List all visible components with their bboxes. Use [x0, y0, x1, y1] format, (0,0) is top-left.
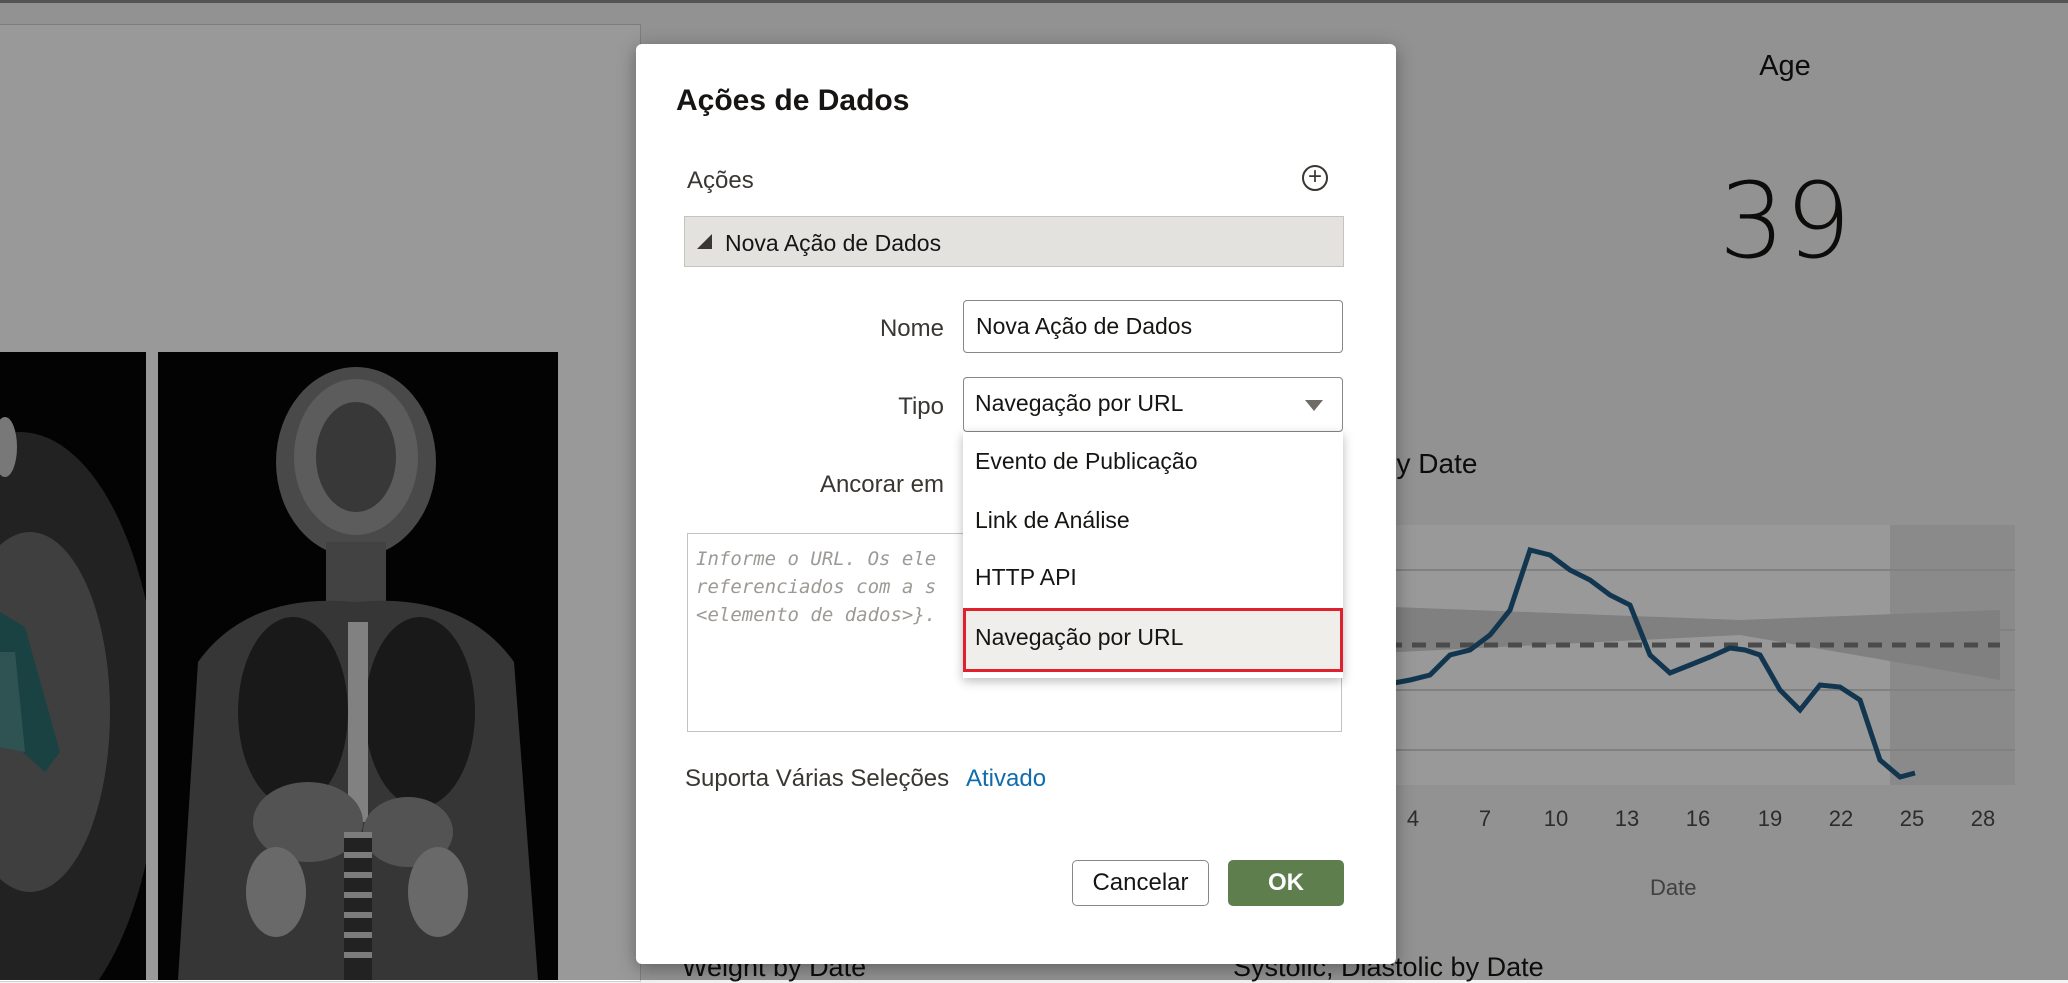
action-header-label[interactable]: Nova Ação de Dados: [725, 230, 941, 257]
type-label: Tipo: [898, 393, 944, 420]
multi-select-toggle[interactable]: Ativado: [966, 765, 1046, 793]
actions-label: Ações: [687, 167, 754, 194]
chevron-down-icon[interactable]: [1305, 400, 1323, 411]
ok-button[interactable]: OK: [1228, 860, 1344, 906]
plus-circle-icon[interactable]: +: [1302, 165, 1328, 191]
name-input[interactable]: Nova Ação de Dados: [963, 300, 1343, 353]
url-placeholder: Informe o URL. Os ele referenciados com …: [696, 548, 937, 626]
dropdown-option[interactable]: Evento de Publicação: [963, 432, 1343, 490]
name-label: Nome: [879, 315, 944, 342]
dialog-title: Ações de Dados: [676, 84, 910, 117]
dropdown-option[interactable]: Link de Análise: [963, 491, 1343, 549]
type-select-value[interactable]: Navegação por URL: [975, 390, 1183, 417]
anchor-label: Ancorar em: [819, 471, 944, 498]
dropdown-option[interactable]: HTTP API: [963, 548, 1343, 606]
multi-select-label: Suporta Várias Seleções: [685, 765, 950, 792]
dropdown-option-selected[interactable]: Navegação por URL: [963, 608, 1343, 672]
cancel-button[interactable]: Cancelar: [1072, 860, 1209, 906]
type-dropdown-list: Evento de Publicação Link de Análise HTT…: [963, 432, 1343, 678]
collapse-triangle-icon[interactable]: [697, 234, 712, 249]
